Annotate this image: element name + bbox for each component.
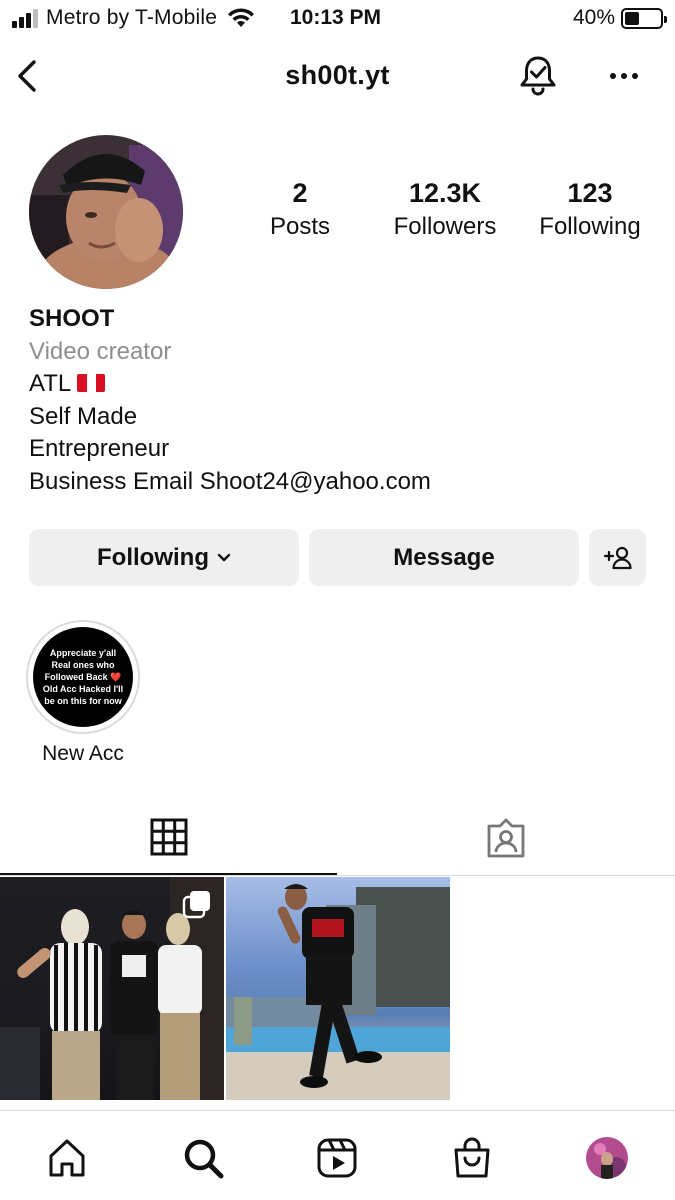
tagged-person-icon [487,818,524,857]
stat-value: 2 [292,178,308,208]
avatar-photo [29,135,183,289]
profile-bio: SHOOT Video creator ATL Self Made Entrep… [29,303,649,498]
home-icon [49,1139,85,1177]
bio-line: Entrepreneur [29,435,170,462]
battery-icon [621,7,667,29]
signal-icon [12,8,38,28]
status-bar: Metro by T-Mobile 10:13 PM 40% [0,0,675,38]
following-button-label: Following [97,543,209,571]
posts-count[interactable]: 2 Posts [250,178,350,241]
clock: 10:13 PM [290,6,382,29]
tab-tagged[interactable] [337,800,674,875]
post-thumbnail[interactable] [226,877,450,1100]
highlight-ring: Appreciate y'all Real ones who Followed … [26,620,140,734]
add-user-icon [603,546,632,569]
more-options-icon[interactable] [606,62,642,90]
battery-fill [625,11,639,25]
profile-tabs [0,800,675,876]
stat-label: Posts [269,213,331,240]
profile-header: sh00t.yt [0,48,675,104]
carrier-name: Metro by T-Mobile [46,6,218,29]
bottom-nav [0,1110,675,1200]
following-button[interactable]: Following [29,529,299,586]
story-highlight[interactable]: Appreciate y'all Real ones who Followed … [26,620,140,765]
search-icon [184,1139,224,1179]
message-button[interactable]: Message [309,529,579,586]
account-category: Video creator [29,337,172,365]
nav-home[interactable] [42,1133,92,1183]
post-thumbnail[interactable] [0,877,224,1100]
message-button-label: Message [393,543,495,571]
multiple-posts-icon [182,891,210,919]
following-count[interactable]: 123 Following [530,178,650,241]
display-name: SHOOT [29,305,115,332]
nav-reels[interactable] [312,1133,362,1183]
nav-shop[interactable] [447,1133,497,1183]
stat-label: Followers [393,213,497,240]
stat-value: 12.3K [408,178,482,208]
bio-line: Self Made [29,402,138,430]
stat-label: Following [539,213,641,240]
bio-line: Business Email Shoot24@yahoo.com [29,467,431,495]
peru-flag-icon [77,374,106,392]
wifi-icon [228,8,255,27]
status-right: 40% [572,6,667,30]
status-left: Metro by T-Mobile [12,6,255,30]
tab-posts-grid[interactable] [0,800,337,875]
stat-value: 123 [567,178,613,208]
grid-icon [150,818,187,855]
suggested-users-button[interactable] [589,529,646,586]
profile-username: sh00t.yt [285,60,390,90]
followers-count[interactable]: 12.3K Followers [385,178,505,241]
chevron-down-icon [217,553,231,561]
bio-line: ATL [29,368,649,401]
highlight-label: New Acc [42,742,124,765]
post-photo [226,884,450,1100]
highlight-cover: Appreciate y'all Real ones who Followed … [33,627,133,727]
battery-percent: 40% [572,6,615,29]
nav-profile[interactable] [582,1133,632,1183]
notification-bell-icon[interactable] [518,54,558,98]
profile-avatar-small [586,1137,628,1179]
profile-avatar[interactable] [29,135,183,289]
shop-bag-icon [454,1137,490,1178]
reels-icon [317,1138,357,1178]
nav-search[interactable] [178,1133,228,1183]
bio-text: ATL [29,370,72,397]
profile-stats: 2 Posts 12.3K Followers 123 Following [240,178,660,248]
